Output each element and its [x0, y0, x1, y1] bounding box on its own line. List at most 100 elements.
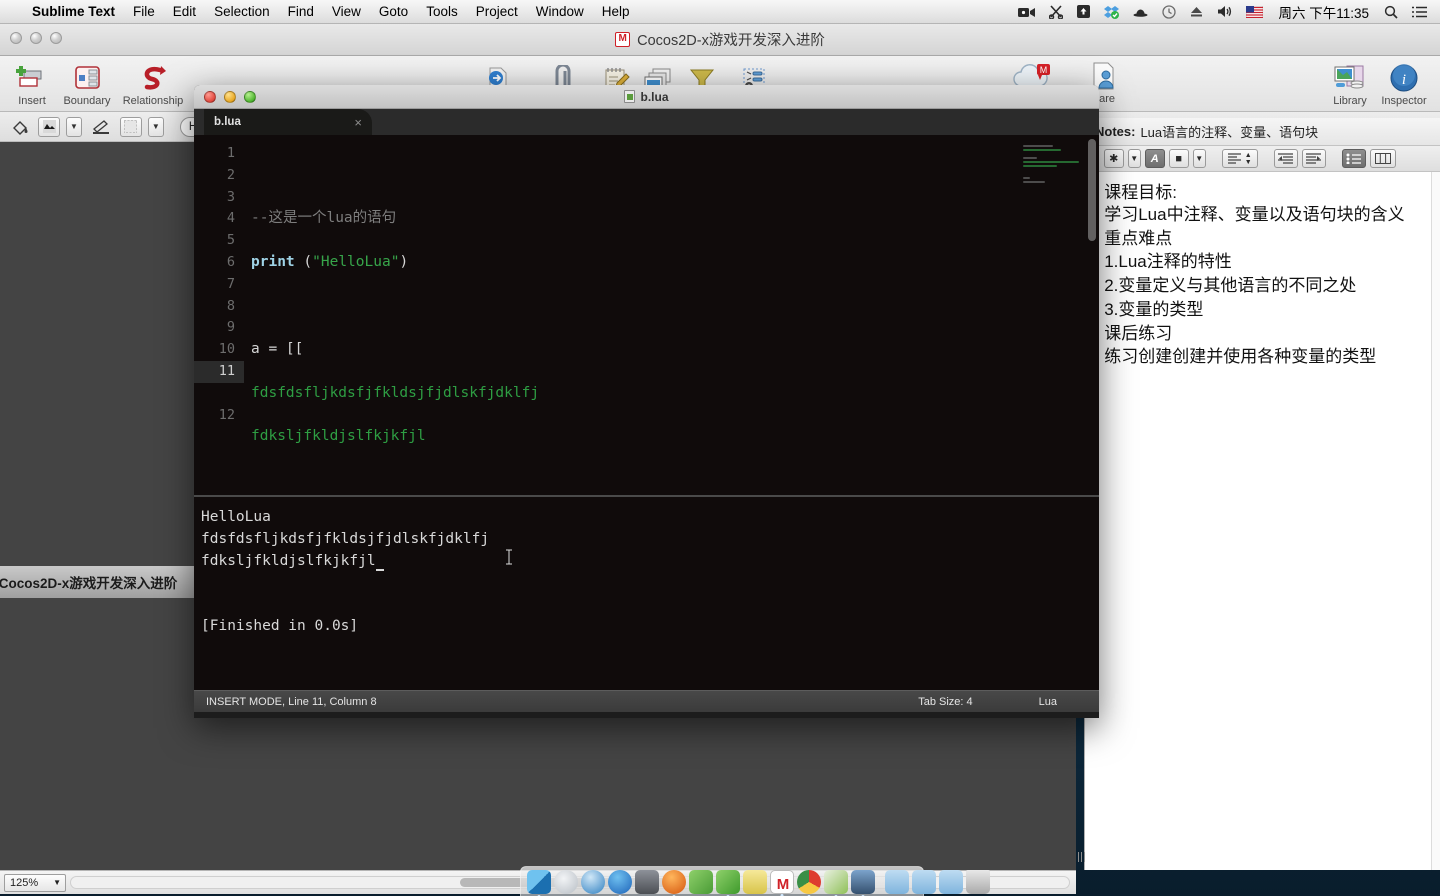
indent-icon[interactable] — [1301, 149, 1326, 168]
sublime-text-window[interactable]: b.lua b.lua × 1 2 3 4 5 6 7 8 9 10 11 12… — [194, 85, 1099, 718]
line-style-dropdown-icon[interactable]: ▼ — [147, 116, 164, 137]
us-flag-icon[interactable] — [1239, 5, 1270, 18]
minimap[interactable] — [1023, 141, 1085, 261]
list-item: •课程目标: 学习Lua中注释、变量以及语句块的含义 — [1091, 182, 1428, 226]
code-text: fdksljfkldjslfkjkfjl — [251, 428, 426, 445]
text-color-dropdown-icon[interactable]: ▼ — [1127, 149, 1141, 168]
notes-content[interactable]: •课程目标: 学习Lua中注释、变量以及语句块的含义 •重点难点 •1.Lua注… — [1085, 172, 1440, 368]
dropbox-icon[interactable] — [1097, 5, 1126, 19]
dock-item-applications-folder[interactable] — [885, 869, 909, 894]
dock-item-evernote[interactable] — [716, 869, 740, 894]
zoom-level-value: 125% — [10, 876, 39, 889]
highlight-color-icon[interactable]: ■ — [1168, 149, 1189, 168]
menu-item-find[interactable]: Find — [279, 4, 323, 19]
line-number: 9 — [226, 319, 235, 336]
dock-item-screenflow[interactable] — [851, 869, 875, 894]
dock-item-trash[interactable] — [966, 869, 990, 894]
inspector-label: Inspector — [1381, 95, 1427, 107]
dock-item-mindmanager[interactable]: M — [770, 869, 794, 894]
highlight-dropdown-icon[interactable]: ▼ — [1192, 149, 1206, 168]
screen-recorder-icon[interactable] — [1011, 6, 1042, 18]
toolbar-inspector[interactable]: i Inspector — [1372, 62, 1436, 107]
notes-bullet-list: •课程目标: 学习Lua中注释、变量以及语句块的含义 •重点难点 •1.Lua注… — [1091, 182, 1428, 368]
line-number: 4 — [226, 210, 235, 227]
paint-bucket-icon[interactable] — [8, 117, 32, 137]
text-color-icon[interactable]: ✱ — [1103, 149, 1124, 168]
dock-item-launchpad[interactable] — [554, 869, 578, 894]
info-circle-icon: i — [1372, 62, 1436, 94]
clock-history-icon[interactable] — [1155, 4, 1183, 19]
toolbar-relationship[interactable]: Relationship — [121, 62, 185, 107]
bg-minimize-button[interactable] — [30, 32, 42, 44]
pen-line-icon[interactable] — [88, 117, 114, 137]
dock-item-downloads-folder[interactable] — [939, 869, 963, 894]
menu-item-selection[interactable]: Selection — [205, 4, 279, 19]
italic-style-icon[interactable]: A — [1144, 149, 1165, 168]
code-text: a = [[ — [251, 341, 304, 358]
dock-item-sublime-text[interactable] — [824, 869, 848, 894]
dock-item-terminal-editor[interactable] — [635, 869, 659, 894]
line-number-gutter: 1 2 3 4 5 6 7 8 9 10 11 12 — [194, 135, 244, 495]
build-output-console[interactable]: HelloLua fdsfdsfljkdsfjfkldsjfjdlskfjdkl… — [194, 495, 1099, 690]
bowler-hat-icon[interactable] — [1126, 6, 1155, 18]
bg-window-controls[interactable] — [10, 32, 62, 44]
menu-item-file[interactable]: File — [124, 4, 164, 19]
scissors-icon[interactable] — [1042, 4, 1070, 19]
fill-swatch-icon[interactable] — [38, 116, 60, 137]
dock-item-sublime-text-alt[interactable] — [689, 869, 713, 894]
stepper-icon[interactable]: ▲ ▼ — [1245, 152, 1252, 166]
menu-item-view[interactable]: View — [323, 4, 370, 19]
search-icon[interactable] — [1377, 5, 1405, 19]
menu-item-help[interactable]: Help — [593, 4, 639, 19]
upload-box-icon[interactable] — [1070, 5, 1097, 18]
line-style-icon[interactable] — [119, 116, 142, 137]
toolbar-boundary[interactable]: Boundary — [55, 62, 119, 107]
menu-item-project[interactable]: Project — [467, 4, 527, 19]
dock-item-documents-folder[interactable] — [912, 869, 936, 894]
bg-close-button[interactable] — [10, 32, 22, 44]
align-left-icon[interactable]: ▲ ▼ — [1221, 149, 1258, 168]
sublime-window-title: b.lua — [640, 89, 669, 104]
eject-icon[interactable] — [1183, 5, 1210, 18]
notification-center-icon[interactable] — [1405, 6, 1434, 18]
menu-item-edit[interactable]: Edit — [164, 4, 205, 19]
volume-icon[interactable] — [1210, 5, 1239, 18]
editor-vertical-scrollbar[interactable] — [1088, 139, 1096, 491]
console-line: fdksljfkldjslfkjkfjl — [201, 552, 376, 569]
code-punct: ( — [294, 253, 313, 270]
bg-zoom-button[interactable] — [50, 32, 62, 44]
zoom-level-select[interactable]: 125% ▼ — [4, 873, 66, 892]
menu-item-goto[interactable]: Goto — [370, 4, 417, 19]
menu-item-sublime-text[interactable]: Sublime Text — [23, 4, 124, 19]
svg-text:i: i — [1402, 72, 1406, 88]
code-punct: ) — [399, 253, 409, 270]
scrollbar-thumb[interactable] — [1088, 139, 1096, 241]
menubar-clock[interactable]: 周六 下午11:35 — [1270, 2, 1377, 22]
close-icon[interactable]: × — [354, 115, 362, 130]
dock-item-app-store[interactable] — [608, 869, 632, 894]
dock-item-wifi-utility[interactable] — [743, 869, 767, 894]
mindmanager-titlebar: M Cocos2D-x游戏开发深入进阶 — [0, 24, 1440, 56]
tab-b-lua[interactable]: b.lua × — [204, 109, 372, 135]
menu-item-window[interactable]: Window — [527, 4, 593, 19]
text-caret — [375, 552, 385, 571]
bullet-list-icon[interactable] — [1341, 149, 1366, 168]
table-icon[interactable] — [1369, 149, 1396, 168]
notes-vertical-scrollbar[interactable] — [1431, 172, 1440, 870]
mindmap-central-node[interactable]: Cocos2D-x游戏开发深入进阶 — [0, 566, 194, 598]
menu-item-tools[interactable]: Tools — [417, 4, 467, 19]
code-content[interactable]: --这是一个lua的语句 print ("HelloLua") a = [[ f… — [244, 135, 1099, 618]
line-number: 8 — [226, 297, 235, 314]
fill-color-dropdown-icon[interactable]: ▼ — [66, 116, 82, 137]
code-line: print ("HelloLua") — [251, 252, 1099, 274]
tab-label: b.lua — [214, 116, 241, 128]
dock-item-firefox[interactable] — [662, 869, 686, 894]
panel-resize-grip[interactable] — [1076, 850, 1086, 864]
dock-item-finder[interactable] — [527, 869, 551, 894]
sublime-editor[interactable]: 1 2 3 4 5 6 7 8 9 10 11 12 --这是一个lua的语句 … — [194, 135, 1099, 619]
dock-item-safari[interactable] — [581, 869, 605, 894]
dock-item-chrome[interactable] — [797, 869, 821, 894]
outdent-icon[interactable] — [1273, 149, 1298, 168]
